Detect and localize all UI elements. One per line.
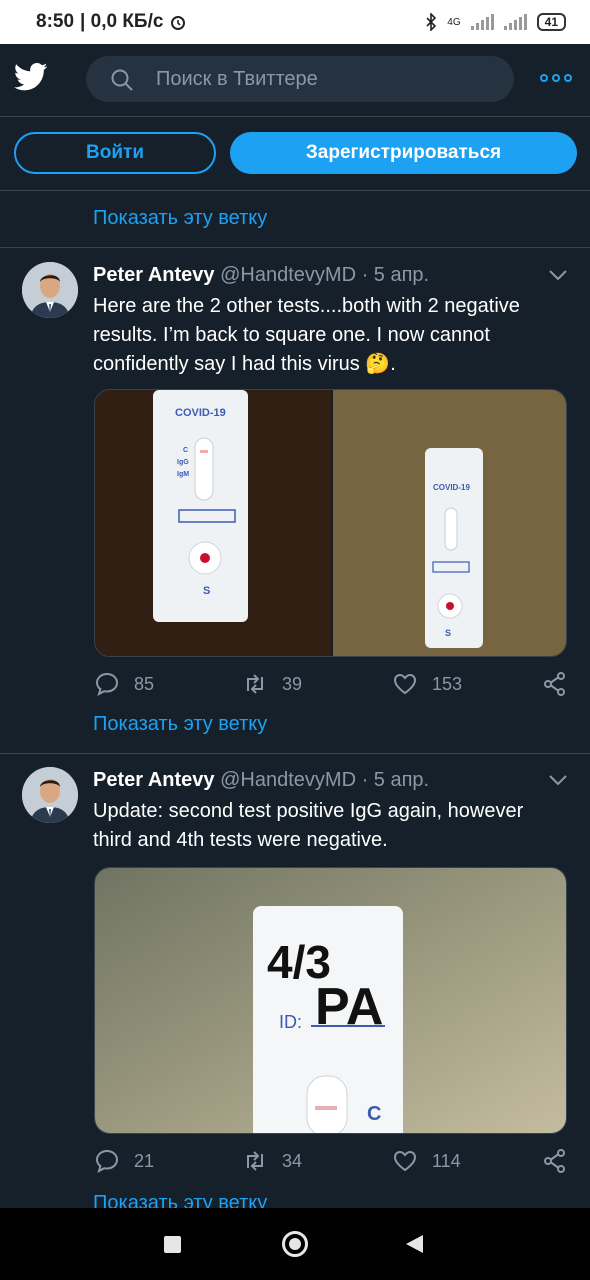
tweet-text: Update: second test positive IgG again, … [93, 800, 524, 851]
chevron-down-icon[interactable] [548, 773, 568, 787]
author-handle[interactable]: @HandtevyMD [220, 264, 356, 286]
retweet-count: 39 [282, 673, 303, 694]
reply-button[interactable]: 85 [94, 671, 154, 697]
heart-icon [393, 1150, 417, 1172]
tweet-header: Peter Antevy @HandtevyMD · 5 апр. [93, 264, 429, 287]
media-label-initials: PA [315, 978, 383, 1036]
avatar-image [22, 262, 78, 318]
reply-icon [95, 1149, 119, 1174]
home-icon[interactable] [282, 1231, 308, 1257]
app-header: Поиск в Твиттере [0, 44, 590, 116]
bluetooth-icon [426, 13, 437, 31]
reply-button[interactable]: 21 [94, 1148, 154, 1174]
media-label-c: C [183, 447, 188, 454]
tweet-actions: 85 39 153 [94, 671, 569, 701]
signal-icon [470, 14, 494, 30]
recents-icon[interactable] [164, 1236, 181, 1253]
search-icon [111, 69, 133, 91]
tweet-actions: 21 34 114 [94, 1148, 569, 1178]
show-thread-link[interactable]: Показать эту ветку [93, 207, 267, 230]
reply-count: 21 [134, 1150, 155, 1171]
signal-icon-2 [503, 14, 527, 30]
like-button[interactable]: 114 [392, 1148, 461, 1174]
auth-divider [0, 190, 590, 191]
heart-icon [393, 673, 417, 695]
signup-button[interactable]: Зарегистрироваться [230, 132, 577, 174]
media-label-id: ID: [279, 1012, 302, 1032]
reply-icon [95, 672, 119, 697]
avatar[interactable] [22, 767, 78, 823]
tweet-date[interactable]: 5 апр. [374, 264, 429, 286]
chevron-down-icon[interactable] [548, 268, 568, 282]
status-speed: | 0,0 КБ/с [80, 11, 164, 32]
media-label-s-2: S [445, 628, 451, 638]
retweet-icon [247, 1151, 263, 1171]
header-divider [0, 116, 590, 117]
avatar-image [22, 767, 78, 823]
search-box[interactable]: Поиск в Твиттере [86, 56, 514, 102]
author-handle[interactable]: @HandtevyMD [220, 769, 356, 791]
retweet-button[interactable]: 39 [242, 671, 302, 697]
tweet-date[interactable]: 5 апр. [374, 769, 429, 791]
media-label-covid: COVID-19 [175, 407, 226, 419]
author-name[interactable]: Peter Antevy [93, 264, 215, 286]
share-icon [544, 1149, 565, 1173]
share-button[interactable] [542, 671, 568, 697]
covid-test-photos: COVID-19 C IgG IgM S COVID-19 S [95, 390, 566, 656]
like-button[interactable]: 153 [392, 671, 462, 697]
twitter-bird-icon[interactable] [14, 62, 48, 92]
retweet-icon [247, 674, 263, 694]
media-label-c: C [367, 1103, 381, 1125]
tweet-divider [0, 247, 590, 248]
tweet-header: Peter Antevy @HandtevyMD · 5 апр. [93, 769, 429, 792]
like-count: 153 [432, 673, 463, 694]
share-icon [544, 672, 565, 696]
login-button[interactable]: Войти [14, 132, 216, 174]
tweet-media[interactable]: COVID-19 C IgG IgM S COVID-19 S [94, 389, 567, 657]
android-nav-bar [0, 1208, 590, 1280]
author-name[interactable]: Peter Antevy [93, 769, 215, 791]
header-separator: · [356, 264, 374, 286]
media-label-igm: IgM [177, 471, 189, 478]
covid-test-photo: 4/3 PA ID: C [95, 868, 566, 1133]
like-count: 114 [432, 1150, 461, 1171]
status-time: 8:50 [36, 11, 75, 32]
more-dots-icon[interactable] [540, 74, 572, 84]
back-icon[interactable] [406, 1235, 423, 1253]
retweet-count: 34 [282, 1150, 303, 1171]
share-button[interactable] [542, 1148, 568, 1174]
header-separator: · [356, 769, 374, 791]
status-bar: 8:50 | 0,0 КБ/с 4G 41 [0, 0, 590, 44]
media-label-s: S [203, 585, 210, 597]
show-thread-link[interactable]: Показать эту ветку [93, 713, 267, 736]
search-input[interactable]: Поиск в Твиттере [156, 68, 318, 91]
network-label: 4G [447, 16, 461, 28]
tweet-media[interactable]: 4/3 PA ID: C [94, 867, 567, 1134]
avatar[interactable] [22, 262, 78, 318]
tweet-divider [0, 753, 590, 754]
reply-count: 85 [134, 673, 155, 694]
battery-level: 41 [544, 15, 558, 29]
media-label-igg: IgG [177, 459, 189, 466]
battery-icon: 41 [536, 13, 566, 31]
media-label-covid-2: COVID-19 [433, 483, 470, 492]
retweet-button[interactable]: 34 [242, 1148, 302, 1174]
alarm-icon [171, 16, 186, 30]
tweet-text: Here are the 2 other tests....both with … [93, 295, 520, 375]
